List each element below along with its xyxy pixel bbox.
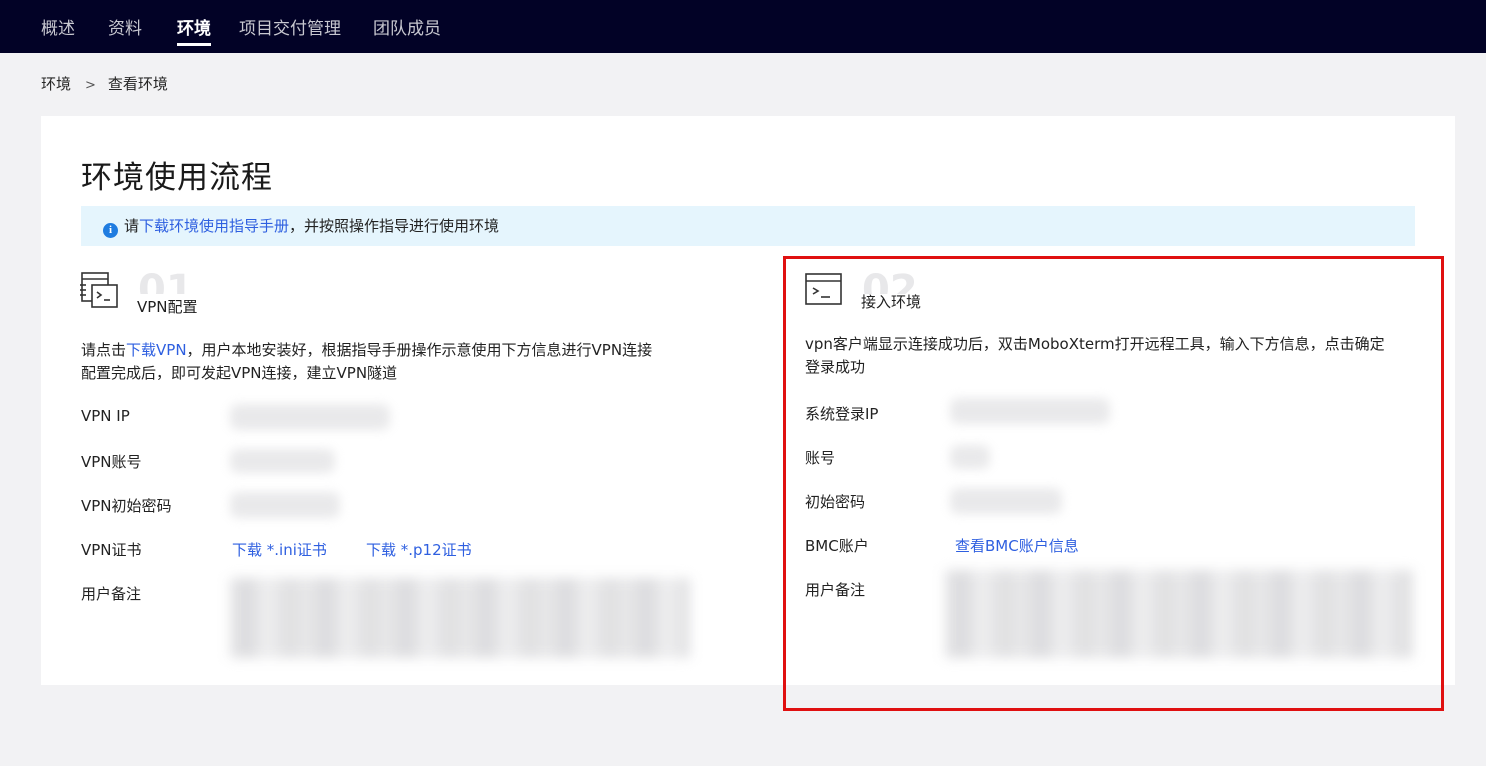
step1-desc-line2: 配置完成后，即可发起VPN连接，建立VPN隧道 (81, 364, 398, 382)
highlight-box (783, 256, 1444, 711)
step1-remark-redacted (230, 578, 690, 658)
vpn-cert-label: VPN证书 (81, 541, 142, 559)
download-manual-link[interactable]: 下载环境使用指导手册 (139, 217, 289, 235)
terminal-list-icon (80, 272, 120, 314)
page-title: 环境使用流程 (81, 160, 273, 196)
vpn-password-redacted (230, 492, 340, 518)
nav-tab-project-delivery[interactable]: 项目交付管理 (239, 0, 341, 53)
nav-tab-team-members[interactable]: 团队成员 (373, 0, 441, 53)
vpn-password-label: VPN初始密码 (81, 497, 172, 515)
download-ini-cert-link[interactable]: 下载 *.ini证书 (232, 539, 327, 560)
step-label-1: VPN配置 (137, 298, 198, 316)
notice-banner: i 请下载环境使用指导手册，并按照操作指导进行使用环境 (81, 206, 1415, 246)
notice-suffix: ，并按照操作指导进行使用环境 (289, 217, 500, 235)
top-nav: 概述 资料 环境 项目交付管理 团队成员 (0, 0, 1486, 53)
vpn-account-label: VPN账号 (81, 453, 142, 471)
vpn-ip-label: VPN IP (81, 407, 130, 425)
step-number-1: 01 (138, 270, 194, 294)
download-p12-cert-link[interactable]: 下载 *.p12证书 (366, 539, 472, 560)
breadcrumb-root[interactable]: 环境 (41, 75, 71, 93)
nav-tab-environment[interactable]: 环境 (177, 0, 211, 53)
step1-desc-suffix: ，用户本地安装好，根据指导手册操作示意使用下方信息进行VPN连接 (186, 341, 653, 359)
nav-tab-materials[interactable]: 资料 (108, 0, 142, 53)
vpn-account-redacted (230, 449, 335, 473)
breadcrumb: 环境 > 查看环境 (41, 73, 168, 94)
step1-desc-prefix: 请点击 (81, 341, 127, 359)
breadcrumb-separator-icon: > (85, 78, 96, 93)
notice-prefix: 请 (124, 217, 140, 235)
step1-remark-label: 用户备注 (81, 585, 142, 603)
download-vpn-link[interactable]: 下载VPN (126, 341, 187, 359)
step1-description: 请点击下载VPN，用户本地安装好，根据指导手册操作示意使用下方信息进行VPN连接… (81, 339, 652, 385)
vpn-ip-redacted (230, 404, 390, 430)
breadcrumb-current: 查看环境 (107, 75, 168, 93)
nav-tab-overview[interactable]: 概述 (41, 0, 75, 53)
info-icon: i (103, 223, 118, 238)
